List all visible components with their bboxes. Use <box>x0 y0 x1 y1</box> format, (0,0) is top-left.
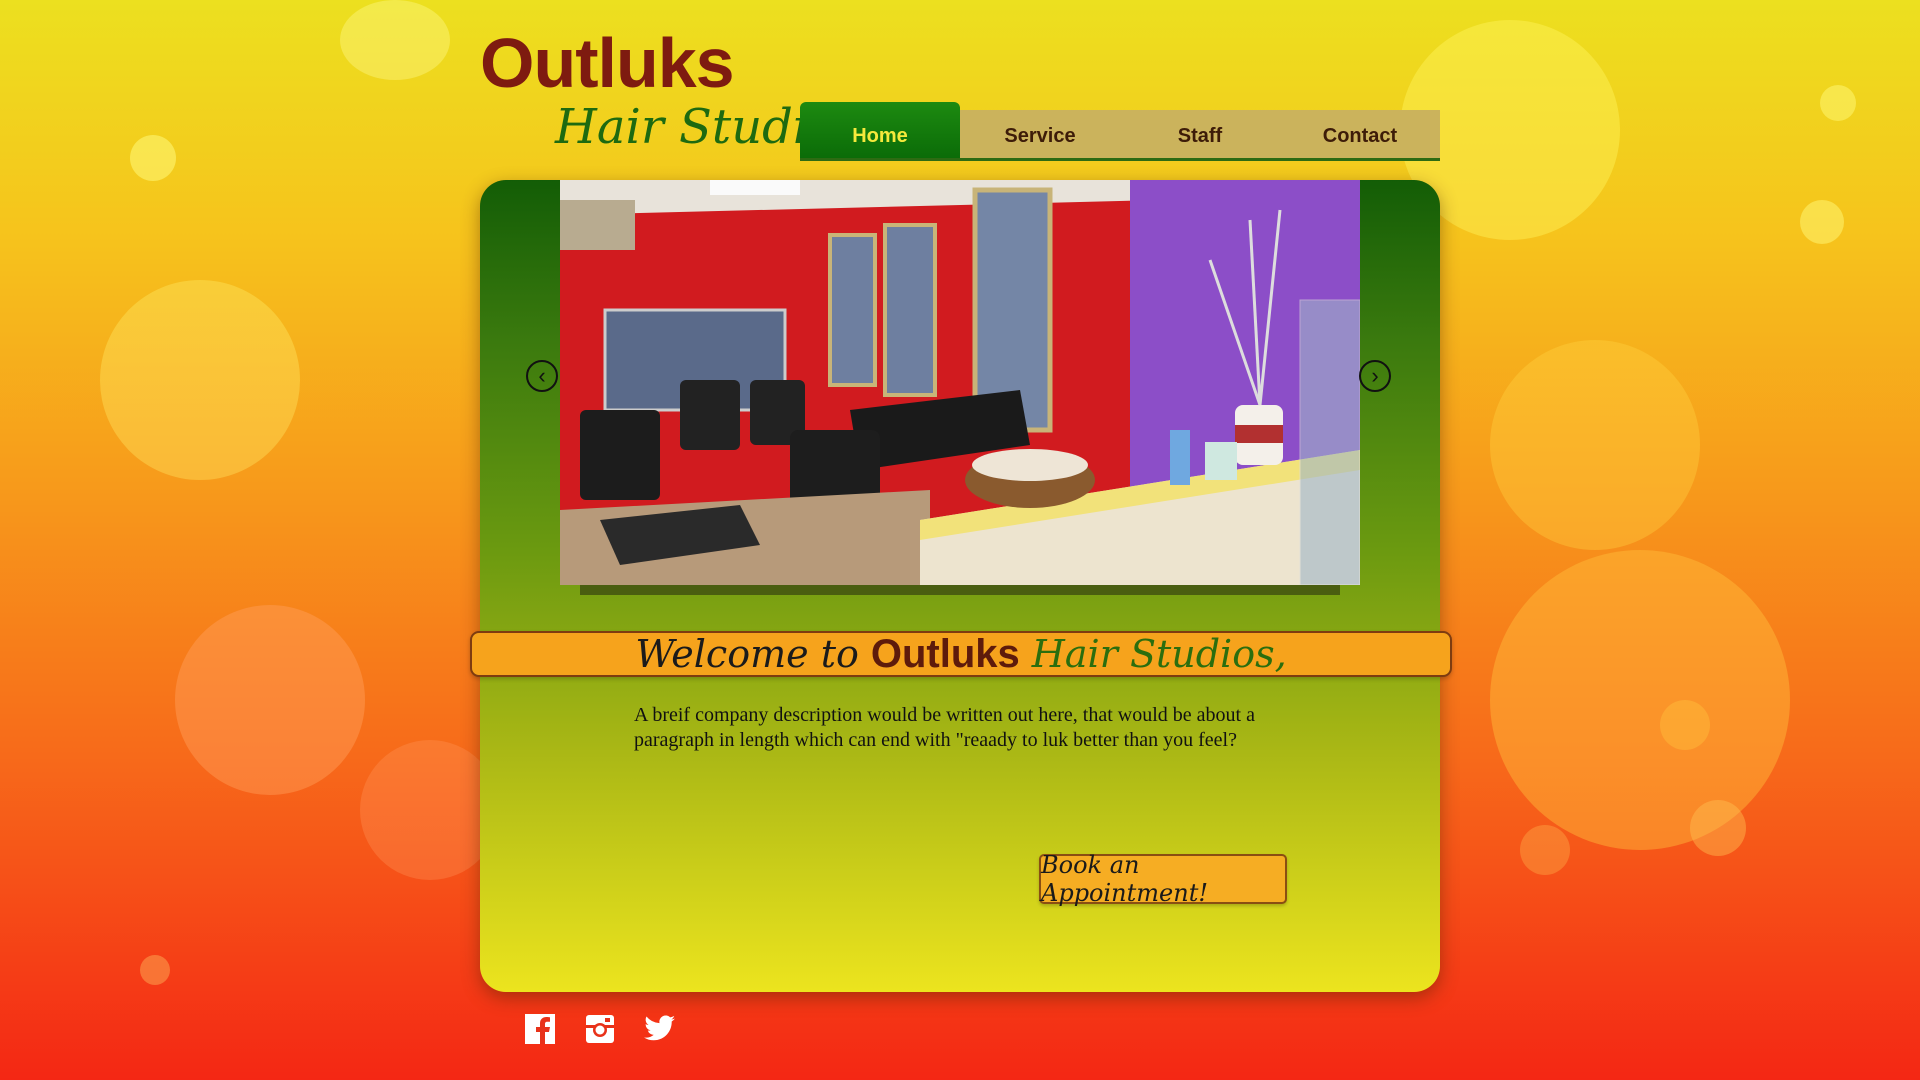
nav-staff[interactable]: Staff <box>1120 110 1280 158</box>
facebook-icon[interactable] <box>524 1013 556 1045</box>
instagram-icon[interactable] <box>584 1013 616 1045</box>
nav-home[interactable]: Home <box>800 102 960 158</box>
main-nav: Home Service Staff Contact <box>800 102 1440 161</box>
book-appointment-button[interactable]: Book an Appointment! <box>1039 851 1287 907</box>
slideshow-shadow <box>580 585 1340 595</box>
slideshow-image[interactable] <box>560 180 1360 585</box>
welcome-suffix: Hair Studios, <box>1031 632 1287 676</box>
site-title: Outluks <box>480 24 735 102</box>
company-description: A breif company description would be wri… <box>634 704 1255 751</box>
nav-service[interactable]: Service <box>960 110 1120 158</box>
welcome-text: Welcome to <box>635 632 859 676</box>
twitter-icon[interactable] <box>643 1013 677 1045</box>
chevron-right-icon[interactable]: › <box>1359 360 1391 392</box>
content-panel: ‹ › <box>480 180 1440 992</box>
nav-contact[interactable]: Contact <box>1280 110 1440 158</box>
chevron-left-icon[interactable]: ‹ <box>526 360 558 392</box>
welcome-brand: Outluks <box>870 631 1020 676</box>
welcome-banner: Welcome to Outluks Hair Studios, <box>470 631 1452 677</box>
